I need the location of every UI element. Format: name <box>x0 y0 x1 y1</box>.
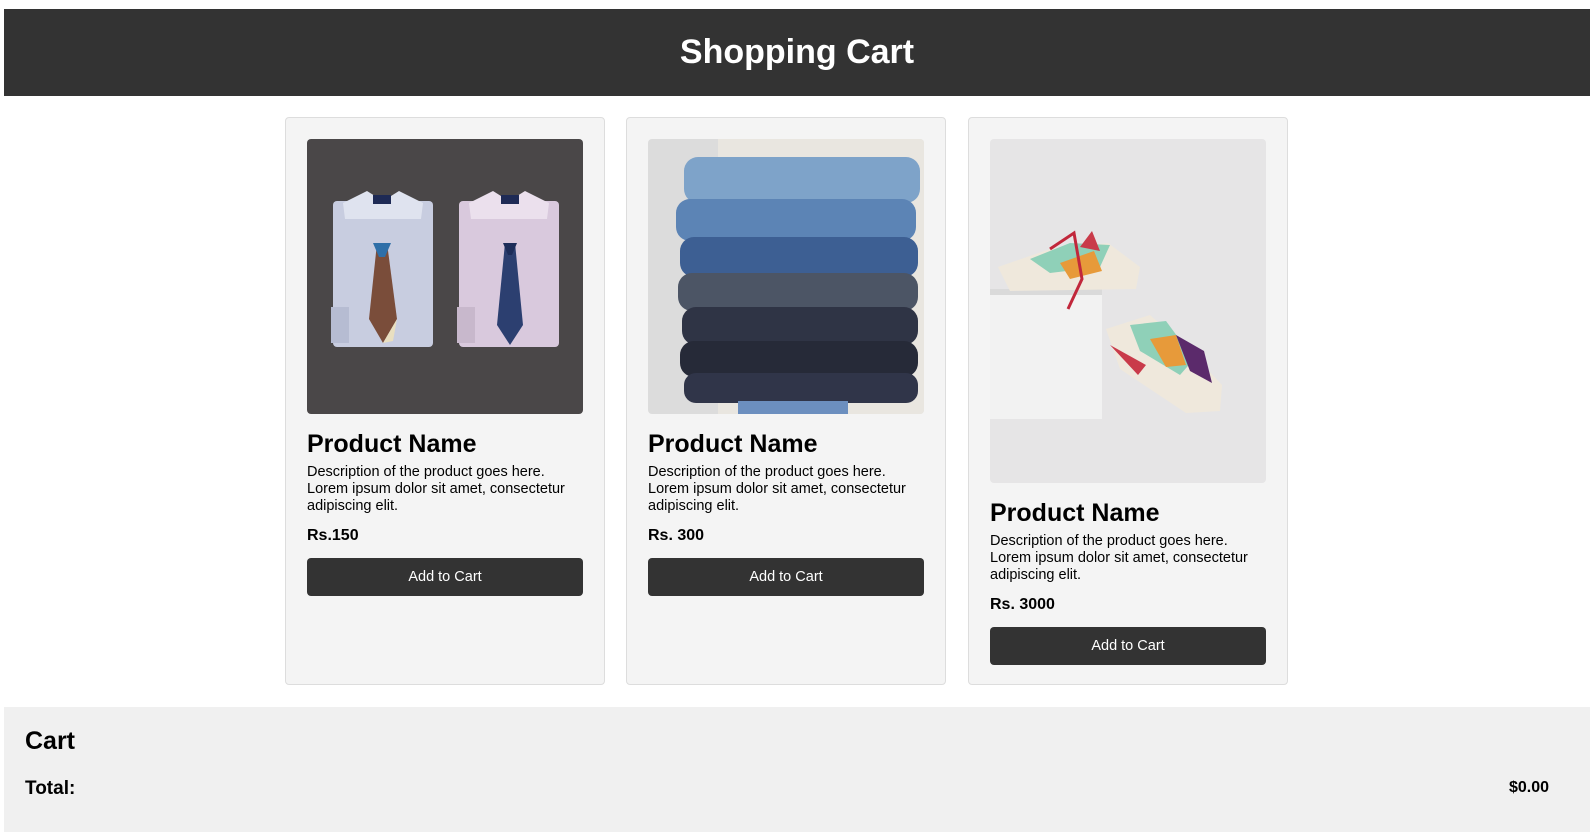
product-name: Product Name <box>990 499 1160 527</box>
product-image-shirts <box>307 139 583 414</box>
product-description: Description of the product goes here. Lo… <box>648 464 906 514</box>
product-price: Rs. 3000 <box>990 596 1055 613</box>
page-top-strip <box>0 0 1590 9</box>
product-price: Rs.150 <box>307 527 359 544</box>
product-info-2: Product Name Description of the product … <box>648 429 924 596</box>
add-to-cart-button[interactable]: Add to Cart <box>990 627 1266 665</box>
product-price: Rs. 300 <box>648 527 705 544</box>
cart-title: Cart <box>25 727 76 755</box>
cart-total-label: Total: <box>25 778 76 799</box>
product-description: Description of the product goes here. Lo… <box>307 464 565 514</box>
page-title: Shopping Cart <box>679 33 915 71</box>
product-image-sneakers <box>990 139 1266 483</box>
product-card-3: Product Name Description of the product … <box>968 117 1288 685</box>
product-info-3: Product Name Description of the product … <box>990 498 1266 665</box>
product-card-2: Product Name Description of the product … <box>626 117 946 685</box>
add-to-cart-button[interactable]: Add to Cart <box>648 558 924 596</box>
cart-total-value: $0.00 <box>1508 779 1549 796</box>
product-card-1: Product Name Description of the product … <box>285 117 605 685</box>
product-name: Product Name <box>648 430 818 458</box>
cart-panel: Cart Total: $0.00 <box>4 707 1590 832</box>
product-description: Description of the product goes here. Lo… <box>990 533 1248 583</box>
product-info-1: Product Name Description of the product … <box>307 429 583 596</box>
site-header: Shopping Cart <box>4 9 1590 96</box>
product-name: Product Name <box>307 430 477 458</box>
add-to-cart-button[interactable]: Add to Cart <box>307 558 583 596</box>
product-image-jeans <box>648 139 924 414</box>
